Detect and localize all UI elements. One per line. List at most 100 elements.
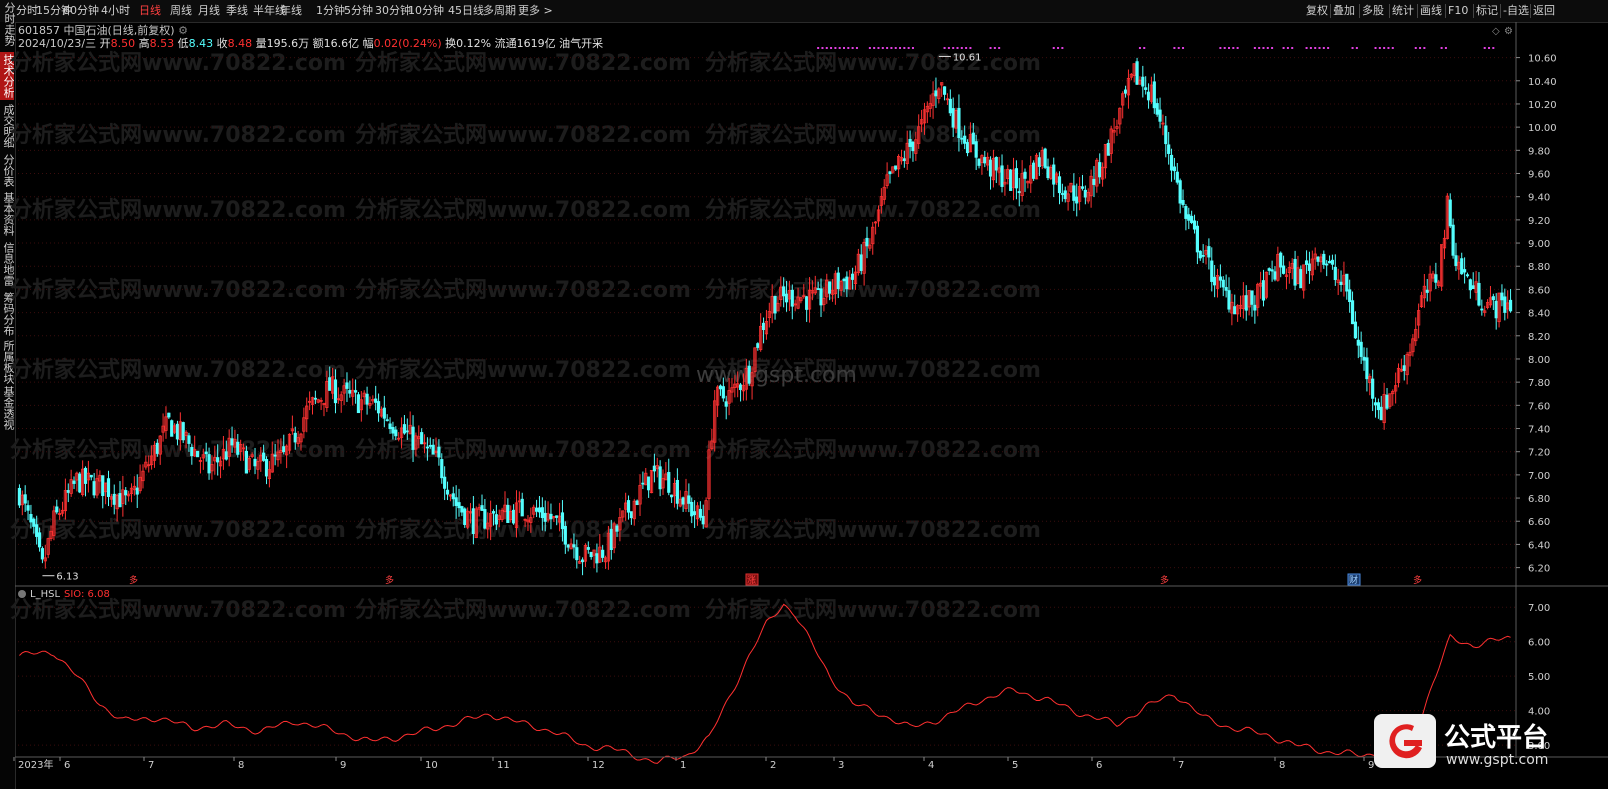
candle-body: [348, 390, 352, 394]
candle-body: [480, 505, 484, 511]
candle-body: [851, 273, 855, 280]
tab-6[interactable]: 月线: [198, 4, 220, 18]
action-5[interactable]: F10: [1448, 3, 1468, 19]
action-0[interactable]: 复权: [1306, 3, 1328, 19]
candle-body: [730, 387, 734, 393]
candle-body: [690, 501, 694, 517]
candle-body: [1382, 394, 1386, 424]
candle-body: [1092, 178, 1096, 185]
signal-dot: [903, 47, 906, 49]
event-marker[interactable]: 多: [1160, 574, 1169, 586]
candle-body: [1103, 143, 1108, 169]
candle-body: [164, 416, 168, 431]
candle-body: [32, 518, 36, 527]
candle-body: [1497, 292, 1501, 323]
candle-body: [1201, 255, 1205, 257]
candle-body: [1100, 166, 1105, 180]
price-tick-label: 7.40: [1528, 425, 1550, 436]
sidebar-tab-1[interactable]: 成交明细: [0, 102, 15, 150]
sidebar-tab-time-sharing[interactable]: 分时走势: [1, 0, 16, 48]
event-marker[interactable]: 多: [385, 574, 394, 586]
candle-body: [1310, 258, 1314, 276]
tab-16[interactable]: 更多 >: [518, 4, 553, 18]
event-marker[interactable]: 财: [1349, 574, 1358, 586]
sidebar-tab-0[interactable]: 技术分析: [0, 52, 15, 100]
candle-body: [158, 435, 162, 455]
sidebar-tab-4[interactable]: 信息地雷: [0, 240, 15, 288]
candle-body: [106, 478, 111, 497]
candle-body: [1388, 393, 1392, 407]
tab-2[interactable]: 60分钟: [63, 4, 99, 18]
settings-icon[interactable]: ⚙: [178, 24, 188, 37]
candle-body: [1506, 302, 1510, 310]
kline-chart[interactable]: 分析家公式网www.70822.com 分析家公式网www.70822.com 分析…: [0, 0, 1608, 789]
tab-14[interactable]: 45日线: [448, 4, 484, 18]
tab-3[interactable]: 4小时: [101, 4, 130, 18]
candle-body: [463, 508, 467, 525]
event-marker[interactable]: 多: [1413, 574, 1422, 586]
event-badge[interactable]: [745, 573, 759, 586]
candle-body: [1236, 305, 1240, 315]
event-marker[interactable]: 涨: [747, 575, 756, 586]
tab-4[interactable]: 日线: [139, 4, 161, 18]
candle-body: [721, 386, 725, 399]
signal-dot: [989, 47, 992, 49]
candle-body: [632, 500, 636, 520]
candle-body: [457, 502, 461, 509]
candle-body: [20, 494, 24, 506]
tab-15[interactable]: 多周期: [483, 4, 516, 18]
action-8[interactable]: 返回: [1533, 3, 1555, 19]
candle-body: [313, 397, 317, 400]
price-tick-label: 9.00: [1528, 239, 1550, 250]
candle-body: [583, 545, 588, 562]
action-7[interactable]: -自选: [1503, 3, 1529, 19]
sidebar-tab-3[interactable]: 基本资料: [0, 190, 15, 238]
event-marker[interactable]: 多: [129, 574, 138, 586]
signal-dot: [1236, 47, 1239, 49]
toolbar-divider: [1417, 4, 1418, 18]
candle-body: [1299, 269, 1303, 289]
action-4[interactable]: 画线: [1420, 3, 1442, 19]
candle-body: [26, 505, 30, 511]
price-tick-label: 9.60: [1528, 170, 1550, 181]
candle-body: [420, 432, 424, 445]
price-tick-label: 10.40: [1528, 77, 1557, 88]
watermark-text: 分析家公式网www.70822.com: [10, 597, 346, 623]
tab-13[interactable]: 10分钟: [408, 4, 444, 18]
tab-10[interactable]: 1分钟: [316, 4, 345, 18]
candle-body: [1307, 263, 1312, 271]
action-6[interactable]: 标记: [1476, 3, 1498, 19]
time-tick-label: 7: [1178, 760, 1184, 771]
tab-9[interactable]: 年线: [280, 4, 302, 18]
event-badge[interactable]: [1347, 573, 1361, 586]
candle-body: [1394, 385, 1398, 392]
candle-body: [543, 512, 547, 522]
candle-body: [172, 425, 177, 433]
tab-11[interactable]: 5分钟: [344, 4, 373, 18]
sidebar-tab-5[interactable]: 筹码分布: [0, 290, 15, 338]
candle-body: [353, 390, 358, 393]
indicator-settings-icon[interactable]: [18, 590, 26, 598]
candle-body: [805, 296, 809, 310]
signal-dot: [1483, 47, 1486, 49]
tab-5[interactable]: 周线: [170, 4, 192, 18]
candle-body: [733, 383, 737, 388]
signal-dot: [1414, 47, 1417, 49]
candle-body: [1327, 261, 1332, 264]
action-2[interactable]: 多股: [1362, 3, 1384, 19]
tab-0[interactable]: 分时: [16, 4, 38, 18]
action-3[interactable]: 统计: [1392, 3, 1414, 19]
gear-icon[interactable]: ⚙: [1504, 26, 1513, 37]
watermark-text: 分析家公式网www.70822.com: [705, 597, 1041, 623]
sidebar-tab-6[interactable]: 所属板块: [0, 340, 15, 384]
diamond-icon[interactable]: ◇: [1492, 26, 1500, 37]
sidebar-tab-7[interactable]: 基金透视: [0, 386, 15, 430]
tab-7[interactable]: 季线: [226, 4, 248, 18]
candle-body: [1408, 351, 1412, 356]
candle-body: [963, 135, 967, 144]
candle-body: [1488, 297, 1493, 306]
tab-12[interactable]: 30分钟: [375, 4, 411, 18]
candle-body: [942, 86, 947, 95]
action-1[interactable]: 叠加: [1333, 3, 1355, 19]
sidebar-tab-2[interactable]: 分价表: [0, 152, 15, 188]
